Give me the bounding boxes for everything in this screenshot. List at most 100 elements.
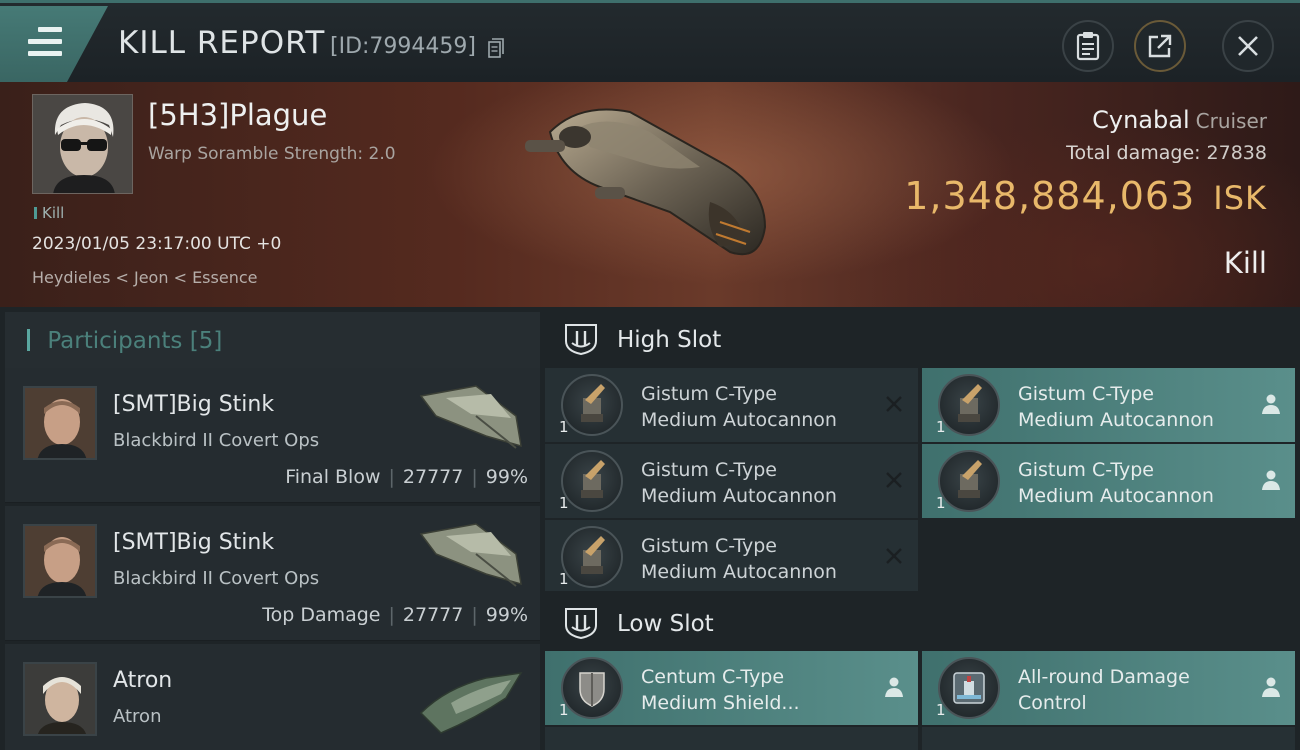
high-slot-icon (565, 324, 597, 355)
victim-ship-render (525, 108, 767, 256)
participant-stats: Final Blow | 27777 | 99% (285, 466, 528, 488)
module-slot[interactable]: 1 Gistum C-Type Medium Autocannon (922, 444, 1295, 518)
module-name-line2: Medium Shield... (641, 692, 800, 714)
low-slot-icon (565, 608, 597, 639)
module-slot[interactable] (545, 727, 918, 750)
module-name-line2: Medium Autocannon (1018, 409, 1214, 431)
participants-count: [5] (189, 328, 223, 354)
participant-name: Atron (113, 668, 173, 693)
module-name-line2: Medium Autocannon (641, 409, 837, 431)
isk-value: 1,348,884,063 ISK (904, 174, 1267, 218)
autocannon-icon (938, 450, 1000, 512)
share-button[interactable] (1134, 20, 1186, 72)
hamburger-icon (28, 27, 62, 57)
participant-avatar[interactable] (23, 662, 97, 736)
participant-percent: 99% (485, 466, 528, 488)
module-slot[interactable]: 1 Gistum C-Type Medium Autocannon (545, 444, 918, 518)
module-name-line1: All-round Damage (1018, 666, 1190, 688)
autocannon-icon (561, 374, 623, 436)
module-name-line1: Gistum C-Type (641, 535, 777, 557)
participant-ship-render (419, 523, 522, 587)
participant-avatar[interactable] (23, 524, 97, 598)
participants-header[interactable]: Participants [5] (5, 312, 540, 370)
participant-ship: Blackbird II Covert Ops (113, 568, 320, 589)
module-name-line2: Medium Autocannon (641, 561, 837, 583)
module-quantity: 1 (559, 701, 569, 719)
participant-ship: Atron (113, 706, 162, 727)
module-name-line1: Gistum C-Type (1018, 383, 1154, 405)
clipboard-button[interactable] (1062, 20, 1114, 72)
kill-id: [ID:7994459] (330, 34, 476, 59)
close-button[interactable] (1222, 20, 1274, 72)
participants-panel: Participants [5] [SMT]Big Stink Blackbir… (0, 307, 540, 750)
victim-ship-name[interactable]: Cynabal Cruiser (1092, 106, 1267, 134)
participant-card[interactable]: [SMT]Big Stink Blackbird II Covert Ops F… (5, 368, 540, 503)
victim-name[interactable]: [5H3]Plague (148, 98, 327, 132)
module-slot[interactable] (922, 727, 1295, 750)
victim-banner: [5H3]Plague Warp Soramble Strength: 2.0 … (0, 82, 1300, 307)
module-name-line2: Medium Autocannon (641, 485, 837, 507)
dropped-icon (1262, 394, 1280, 414)
low-slot-header: Low Slot (545, 591, 1300, 653)
participant-avatar[interactable] (23, 386, 97, 460)
kill-tag: Kill (34, 204, 64, 222)
module-quantity: 1 (559, 418, 569, 436)
participant-ship: Blackbird II Covert Ops (113, 430, 320, 451)
module-slot[interactable]: 1 Centum C-Type Medium Shield... (545, 651, 918, 725)
participants-label: Participants (47, 328, 183, 354)
page-title: KILL REPORT (118, 25, 326, 61)
dropped-icon (1262, 677, 1280, 697)
participant-stats: Top Damage | 27777 | 99% (262, 604, 528, 626)
participant-role: Final Blow (285, 466, 381, 488)
dropped-icon (885, 677, 903, 697)
module-slot[interactable]: 1 Gistum C-Type Medium Autocannon (922, 368, 1295, 442)
autocannon-icon (561, 526, 623, 588)
high-slot-label: High Slot (617, 327, 722, 353)
close-icon (1238, 36, 1258, 56)
damage-control-icon (938, 657, 1000, 719)
participant-card[interactable]: [SMT]Big Stink Blackbird II Covert Ops T… (5, 506, 540, 641)
participant-name: [SMT]Big Stink (113, 530, 275, 555)
fitting-panel: High Slot 1 Gistum C-Type Medium Autocann… (540, 307, 1300, 750)
participant-damage: 27777 (402, 604, 464, 626)
victim-avatar[interactable] (32, 94, 133, 194)
high-slot-header: High Slot (545, 307, 1300, 369)
module-name-line1: Gistum C-Type (641, 459, 777, 481)
module-name-line2: Medium Autocannon (1018, 485, 1214, 507)
destroyed-icon (886, 472, 902, 488)
module-slot[interactable]: 1 All-round Damage Control (922, 651, 1295, 725)
warp-scramble-strength: Warp Soramble Strength: 2.0 (148, 144, 396, 164)
participant-name: [SMT]Big Stink (113, 392, 275, 417)
participant-damage: 27777 (402, 466, 464, 488)
clipboard-icon (1076, 32, 1100, 61)
menu-button[interactable] (0, 6, 108, 82)
participant-card[interactable]: Atron Atron (5, 644, 540, 750)
participant-role: Top Damage (262, 604, 381, 626)
copy-icon[interactable] (488, 38, 504, 58)
module-quantity: 1 (559, 570, 569, 588)
module-slot[interactable]: 1 Gistum C-Type Medium Autocannon (545, 520, 918, 594)
participant-ship-render (419, 385, 522, 449)
module-slot[interactable]: 1 Gistum C-Type Medium Autocannon (545, 368, 918, 442)
share-icon (1148, 34, 1172, 58)
shield-icon (561, 657, 623, 719)
module-quantity: 1 (936, 418, 946, 436)
dropped-icon (1262, 470, 1280, 490)
module-name-line2: Control (1018, 692, 1087, 714)
total-damage: Total damage: 27838 (1066, 142, 1267, 164)
module-quantity: 1 (559, 494, 569, 512)
kill-result: Kill (1223, 246, 1267, 280)
participant-ship-render (419, 672, 523, 734)
low-slot-label: Low Slot (617, 611, 714, 637)
kill-location[interactable]: Heydieles < Jeon < Essence (32, 268, 257, 287)
module-name-line1: Gistum C-Type (1018, 459, 1154, 481)
header-bar: KILL REPORT [ID:7994459] (0, 0, 1300, 82)
kill-timestamp: 2023/01/05 23:17:00 UTC +0 (32, 234, 282, 254)
autocannon-icon (938, 374, 1000, 436)
participant-percent: 99% (485, 604, 528, 626)
destroyed-icon (886, 548, 902, 564)
destroyed-icon (886, 396, 902, 412)
module-name-line1: Gistum C-Type (641, 383, 777, 405)
module-name-line1: Centum C-Type (641, 666, 785, 688)
module-quantity: 1 (936, 494, 946, 512)
